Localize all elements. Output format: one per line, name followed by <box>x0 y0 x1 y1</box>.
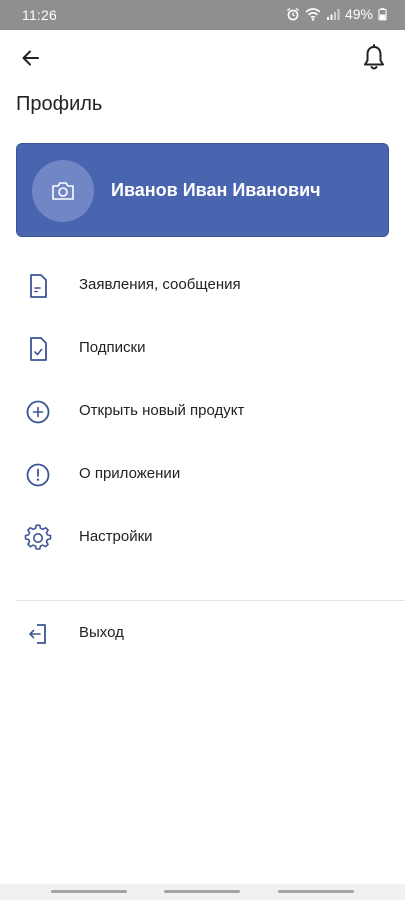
menu-item-about[interactable]: О приложении <box>0 442 405 505</box>
menu-item-label: Открыть новый продукт <box>79 402 245 419</box>
status-bar: 11:26 49% <box>0 0 405 30</box>
document-icon <box>30 274 47 298</box>
arrow-left-icon <box>22 50 39 66</box>
battery-percent: 49% <box>344 6 373 22</box>
document-check-icon <box>30 337 47 361</box>
menu-item-label: Настройки <box>79 528 153 545</box>
top-app-bar <box>0 30 405 86</box>
profile-menu: Заявления, сообщения Подписки Открыть но… <box>0 253 405 568</box>
bell-icon <box>364 44 384 70</box>
plus-circle-icon <box>26 400 50 424</box>
profile-name: Иванов Иван Иванович <box>111 180 321 200</box>
wifi-icon <box>305 8 321 21</box>
alarm-icon <box>287 7 299 21</box>
logout-label: Выход <box>79 624 124 641</box>
system-nav-bar <box>0 884 405 900</box>
menu-item-new-product[interactable]: Открыть новый продукт <box>0 379 405 442</box>
avatar[interactable] <box>32 160 94 222</box>
notifications-button[interactable] <box>359 42 389 74</box>
back-button[interactable] <box>16 44 46 72</box>
logout-icon <box>29 624 46 644</box>
menu-item-label: Подписки <box>79 339 146 356</box>
gear-icon <box>24 524 52 550</box>
battery-icon <box>378 8 387 21</box>
status-time: 11:26 <box>22 7 57 23</box>
info-circle-icon <box>26 463 50 487</box>
menu-item-label: О приложении <box>79 465 181 482</box>
signal-icon <box>326 9 340 20</box>
menu-item-label: Заявления, сообщения <box>79 276 241 293</box>
menu-item-applications[interactable]: Заявления, сообщения <box>0 253 405 316</box>
menu-item-subscriptions[interactable]: Подписки <box>0 316 405 379</box>
menu-item-settings[interactable]: Настройки <box>0 505 405 568</box>
logout-button[interactable]: Выход <box>0 601 405 664</box>
nav-home-button[interactable] <box>164 890 240 893</box>
profile-card[interactable]: Иванов Иван Иванович <box>16 143 389 237</box>
nav-recents-button[interactable] <box>51 890 127 893</box>
page-title: Профиль <box>16 93 103 115</box>
camera-icon <box>52 182 74 200</box>
status-icons: 49% <box>286 6 387 22</box>
nav-back-button[interactable] <box>278 890 354 893</box>
